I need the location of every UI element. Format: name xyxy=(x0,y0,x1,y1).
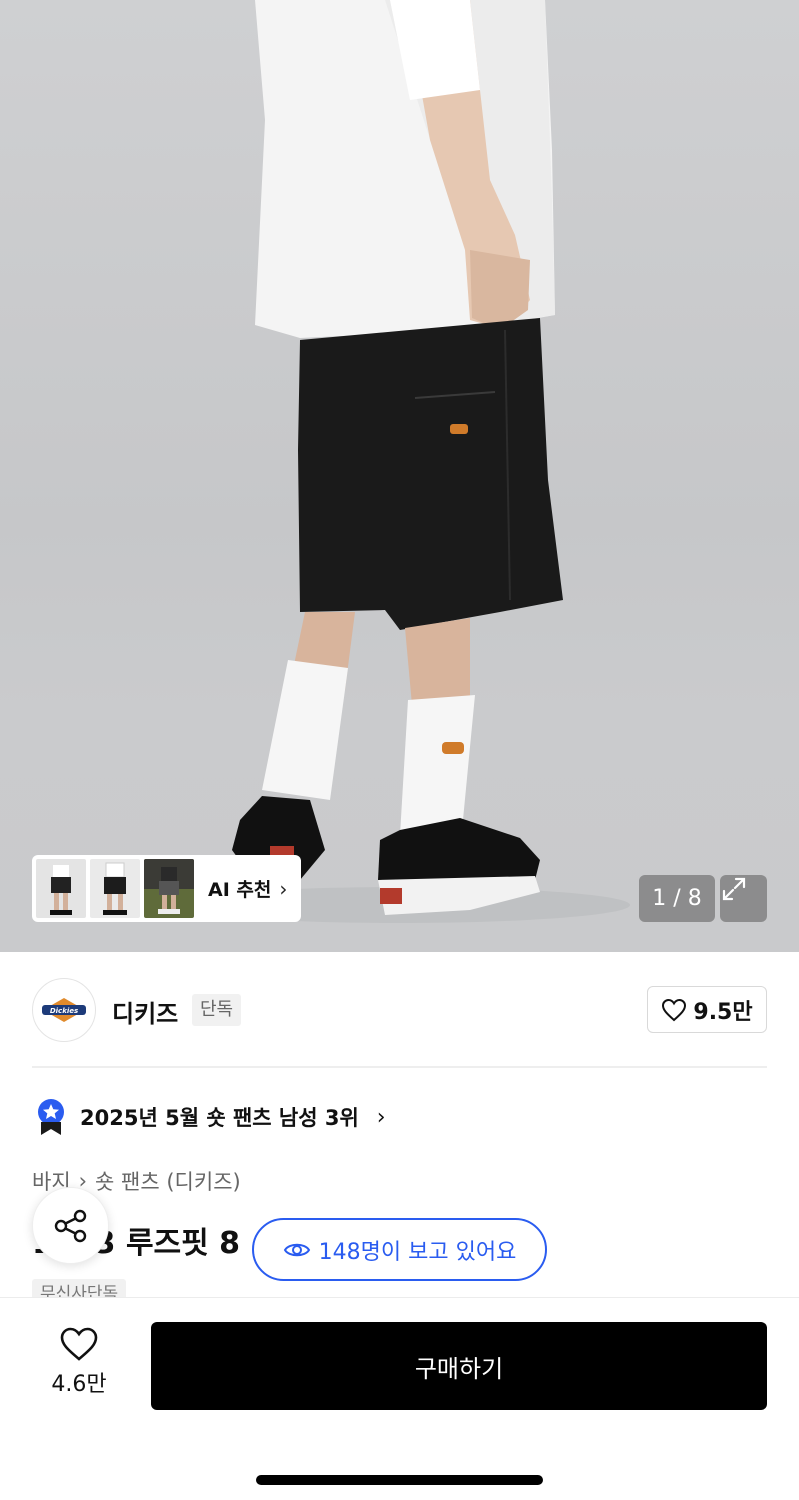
brand-name[interactable]: 디키즈 xyxy=(112,994,178,1029)
exclusive-tag: 단독 xyxy=(192,994,242,1026)
brand-row: Dickies 디키즈 단독 9.5만 xyxy=(32,978,767,1042)
ai-thumbnail-3[interactable] xyxy=(144,859,194,918)
image-counter: 1 / 8 xyxy=(639,875,715,922)
product-like-count: 4.6만 xyxy=(51,1372,107,1397)
viewers-badge: 148명이 보고 있어요 xyxy=(252,1218,547,1281)
product-image[interactable]: AI 추천 › 1 / 8 xyxy=(0,0,799,952)
ai-recommend-label: AI 추천 xyxy=(208,879,272,901)
brand-logo[interactable]: Dickies xyxy=(32,978,96,1042)
buy-button[interactable]: 구매하기 xyxy=(151,1322,767,1410)
product-photo xyxy=(170,0,630,923)
chevron-right-icon: › xyxy=(376,1104,386,1130)
divider xyxy=(32,1066,767,1068)
heart-icon xyxy=(662,998,687,1021)
viewers-text: 148명이 보고 있어요 xyxy=(318,1239,517,1265)
brand-like-button[interactable]: 9.5만 xyxy=(647,986,767,1033)
ai-recommend-strip[interactable]: AI 추천 › xyxy=(32,855,301,922)
ai-thumbnail-1[interactable] xyxy=(36,859,86,918)
expand-icon xyxy=(722,877,746,901)
ai-thumbnail-2[interactable] xyxy=(90,859,140,918)
home-indicator xyxy=(256,1475,543,1485)
bottom-action-bar: 4.6만 구매하기 xyxy=(0,1297,799,1500)
dickies-logo-icon: Dickies xyxy=(42,998,86,1022)
breadcrumb-item-subcategory[interactable]: 숏 팬츠 (디키즈) xyxy=(95,1166,241,1196)
expand-button[interactable] xyxy=(720,875,767,922)
share-icon xyxy=(54,1209,86,1242)
eye-icon xyxy=(283,1243,310,1256)
share-button[interactable] xyxy=(32,1187,109,1264)
heart-icon xyxy=(60,1327,98,1361)
ranking-link[interactable]: 2025년 5월 숏 팬츠 남성 3위 › xyxy=(36,1098,386,1136)
ranking-text: 2025년 5월 숏 팬츠 남성 3위 xyxy=(80,1106,359,1130)
svg-text:Dickies: Dickies xyxy=(50,1007,78,1015)
product-like-button[interactable]: 4.6만 xyxy=(40,1326,118,1398)
brand-like-count: 9.5만 xyxy=(693,999,753,1025)
ai-recommend-button[interactable]: AI 추천 › xyxy=(208,875,287,902)
chevron-right-icon: › xyxy=(279,876,288,901)
ranking-badge-icon xyxy=(38,1099,64,1135)
